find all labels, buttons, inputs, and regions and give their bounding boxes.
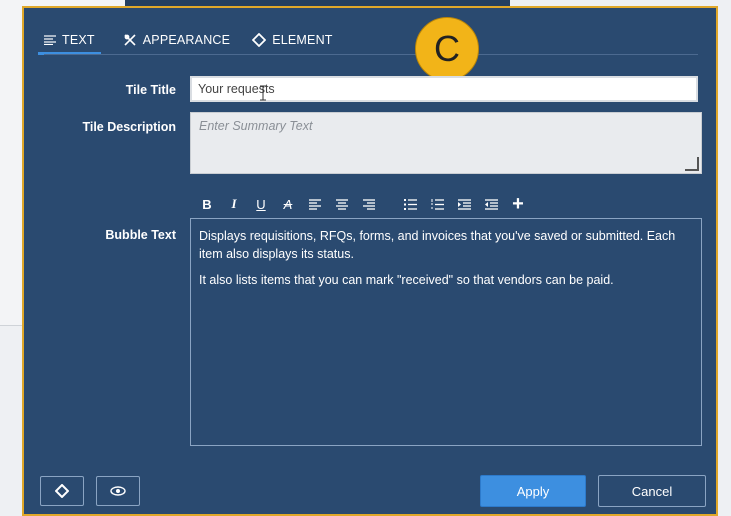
diamond-icon — [252, 33, 267, 47]
brush-icon — [123, 33, 137, 47]
align-right-icon[interactable] — [358, 194, 380, 214]
bubble-text-paragraph: Displays requisitions, RFQs, forms, and … — [199, 229, 676, 261]
tab-divider — [44, 54, 698, 55]
italic-button[interactable]: I — [223, 194, 245, 214]
eye-icon — [110, 486, 126, 496]
numbered-list-icon[interactable] — [426, 194, 448, 214]
tab-element[interactable]: ELEMENT — [252, 28, 332, 52]
text-lines-icon — [44, 35, 56, 45]
bubble-text-paragraph: It also lists items that you can mark "r… — [199, 273, 614, 287]
strikethrough-button[interactable]: A — [277, 194, 299, 214]
text-cursor-icon — [260, 85, 266, 101]
tab-appearance-label: APPEARANCE — [142, 33, 231, 47]
bubble-text-editor[interactable]: Displays requisitions, RFQs, forms, and … — [190, 218, 702, 446]
tile-description-placeholder: Enter Summary Text — [199, 119, 313, 133]
bullet-list-icon[interactable] — [399, 194, 421, 214]
element-target-button[interactable] — [40, 476, 84, 506]
tab-element-label: ELEMENT — [272, 33, 333, 47]
tile-title-label: Tile Title — [125, 83, 176, 97]
bubble-text-label: Bubble Text — [105, 228, 176, 242]
indent-icon[interactable] — [453, 194, 475, 214]
tile-edit-dialog: TEXT APPEARANCE ELEMENT C Tile Title You… — [22, 6, 718, 516]
diamond-icon — [55, 484, 69, 498]
insert-plus-button[interactable]: + — [507, 193, 529, 215]
preview-button[interactable] — [96, 476, 140, 506]
align-left-icon[interactable] — [304, 194, 326, 214]
underline-button[interactable]: U — [250, 194, 272, 214]
tile-description-label: Tile Description — [82, 120, 176, 134]
tab-appearance[interactable]: APPEARANCE — [123, 28, 230, 52]
step-badge: C — [415, 17, 479, 81]
outdent-icon[interactable] — [480, 194, 502, 214]
cancel-button[interactable]: Cancel — [598, 475, 706, 507]
tile-title-input[interactable]: Your requests — [190, 76, 698, 102]
align-center-icon[interactable] — [331, 194, 353, 214]
tab-text-label: TEXT — [62, 33, 95, 47]
rich-text-toolbar: B I U A + — [196, 193, 534, 215]
tile-description-input[interactable]: Enter Summary Text — [190, 112, 702, 174]
tab-text[interactable]: TEXT — [38, 28, 101, 55]
resize-handle-icon[interactable] — [685, 157, 699, 171]
tab-bar: TEXT APPEARANCE ELEMENT — [38, 28, 355, 55]
bold-button[interactable]: B — [196, 194, 218, 214]
apply-button[interactable]: Apply — [480, 475, 586, 507]
